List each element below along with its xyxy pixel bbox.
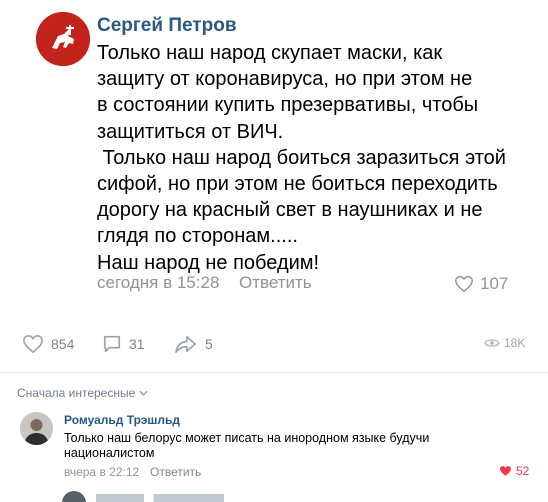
comment-bubble-icon xyxy=(103,335,121,353)
comment-like-button[interactable]: 52 xyxy=(499,464,529,478)
post-timestamp[interactable]: сегодня в 15:28 xyxy=(97,273,219,293)
share-count: 5 xyxy=(205,336,213,352)
comment-author-avatar[interactable] xyxy=(20,412,53,445)
comment-sort-dropdown[interactable]: Сначала интересные xyxy=(17,386,148,400)
post-author-name[interactable]: Сергей Петров xyxy=(97,15,237,37)
post-text-line: Только наш народ боиться заразиться этой xyxy=(97,146,506,169)
chevron-down-icon xyxy=(139,390,148,396)
like-count: 854 xyxy=(51,336,75,352)
sort-label: Сначала интересные xyxy=(17,386,136,400)
post-text-line: глядя по сторонам..... xyxy=(97,225,298,248)
like-action[interactable]: 854 xyxy=(22,334,74,354)
divider xyxy=(0,372,548,373)
comment-text: Только наш белорус может писать на иноро… xyxy=(64,431,484,461)
post-text: Только наш народ скупает маски, как защи… xyxy=(97,40,527,276)
comment-action[interactable]: 31 xyxy=(102,334,145,354)
eye-icon xyxy=(484,339,500,347)
comment-author-name[interactable]: Ромуальд Трэшльд xyxy=(64,413,180,427)
heart-outline-icon xyxy=(455,275,473,293)
post-text-line: Только наш народ скупает маски, как xyxy=(97,42,443,64)
post-card: Сергей Петров Только наш народ скупает м… xyxy=(0,0,548,372)
heart-filled-icon xyxy=(500,466,511,476)
pahonia-emblem-icon xyxy=(36,12,90,66)
post-text-line: Наш народ не победим! xyxy=(97,251,320,274)
comment-count: 31 xyxy=(129,336,145,352)
comment-text-line: националистом xyxy=(64,446,155,460)
post-reply-link[interactable]: Ответить xyxy=(239,273,312,293)
post-text-line: защиту от коронавируса, но при этом не xyxy=(97,68,473,91)
post-text-line: защититься от ВИЧ. xyxy=(97,120,284,143)
post-text-line: в состоянии купить презервативы, чтобы xyxy=(97,94,479,117)
comment-text-line: Только наш белорус может писать на иноро… xyxy=(64,431,430,445)
comment-reply-link[interactable]: Ответить xyxy=(150,465,201,479)
person-photo-icon xyxy=(20,412,53,445)
share-action[interactable]: 5 xyxy=(174,334,213,354)
next-comment-avatar[interactable] xyxy=(62,491,86,502)
views-count: 18K xyxy=(504,336,526,350)
comment-item: Ромуальд Трэшльд Только наш белорус може… xyxy=(0,404,548,488)
next-comment-author-partial xyxy=(96,494,256,502)
post-like-count: 107 xyxy=(480,274,509,293)
post-actions-bar: 854 31 5 18K xyxy=(0,334,548,358)
share-arrow-icon xyxy=(175,335,196,353)
author-avatar[interactable] xyxy=(36,12,90,66)
post-text-line: сифой, но при этом не боиться переходить xyxy=(97,173,498,196)
views-counter: 18K xyxy=(484,336,525,350)
comment-timestamp[interactable]: вчера в 22:12 xyxy=(64,465,139,479)
comment-like-count: 52 xyxy=(516,464,530,478)
post-like-button[interactable]: 107 xyxy=(454,274,508,294)
heart-outline-icon xyxy=(23,334,43,354)
post-text-line: дорогу на красный свет в наушниках и не xyxy=(97,199,483,222)
